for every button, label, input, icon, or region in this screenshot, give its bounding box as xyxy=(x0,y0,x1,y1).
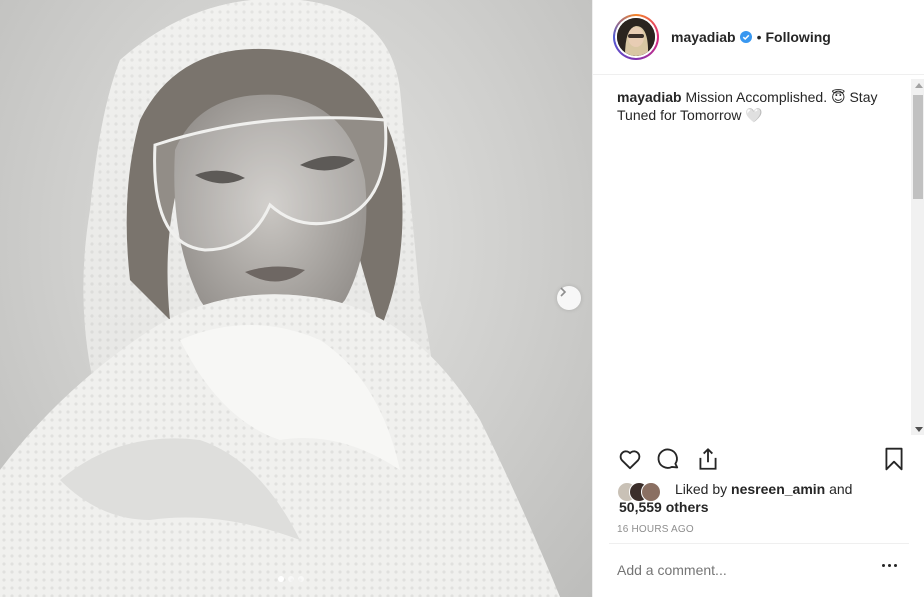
scroll-up-arrow-icon[interactable] xyxy=(915,83,923,88)
story-ring[interactable] xyxy=(613,14,659,60)
scroll-thumb[interactable] xyxy=(913,95,923,199)
comment-bubble-icon xyxy=(657,448,679,469)
carousel-dot-active xyxy=(278,576,284,582)
likes-joiner: and xyxy=(829,481,853,497)
next-slide-button[interactable] xyxy=(557,286,581,310)
comment-input[interactable] xyxy=(617,562,837,578)
carousel-dot xyxy=(288,576,294,582)
share-icon xyxy=(699,448,717,470)
post-username[interactable]: mayadiab xyxy=(671,29,736,45)
following-button[interactable]: Following xyxy=(766,29,831,45)
scroll-down-arrow-icon[interactable] xyxy=(915,427,923,432)
avatar xyxy=(617,18,655,56)
liker-avatars[interactable] xyxy=(617,480,673,502)
header-separator: • xyxy=(756,29,762,45)
bookmark-icon xyxy=(885,447,903,471)
post-caption: mayadiab Mission Accomplished. 😇 Stay Tu… xyxy=(617,88,899,124)
post-image xyxy=(0,0,560,597)
comment-composer xyxy=(609,543,909,597)
chevron-right-icon xyxy=(560,287,567,297)
more-options-icon[interactable] xyxy=(882,564,897,567)
post-timestamp[interactable]: 16 HOURS AGO xyxy=(617,524,694,535)
verified-badge-icon xyxy=(739,31,752,43)
likes-summary: Liked by nesreen_amin and 50,559 others xyxy=(617,480,909,516)
likes-prefix: Liked by xyxy=(675,481,728,497)
likes-text: Liked by nesreen_amin and 50,559 others xyxy=(619,480,853,516)
like-button[interactable] xyxy=(617,446,643,477)
liker-avatar xyxy=(641,482,661,502)
comments-scrollbar[interactable] xyxy=(911,79,924,435)
heart-icon xyxy=(619,450,641,470)
carousel-dot xyxy=(298,576,304,582)
caption-username[interactable]: mayadiab xyxy=(617,89,682,105)
post-sidebar: mayadiab • Following mayadiab Mission Ac… xyxy=(592,0,924,597)
action-bar xyxy=(617,446,909,474)
post-photo[interactable] xyxy=(0,0,592,597)
share-button[interactable] xyxy=(695,446,721,477)
carousel-indicator xyxy=(278,576,304,582)
liked-by-username[interactable]: nesreen_amin xyxy=(731,481,825,497)
post-header: mayadiab • Following xyxy=(593,0,924,75)
comment-button[interactable] xyxy=(655,446,681,477)
save-button[interactable] xyxy=(881,446,907,477)
avatar-image xyxy=(617,18,655,56)
